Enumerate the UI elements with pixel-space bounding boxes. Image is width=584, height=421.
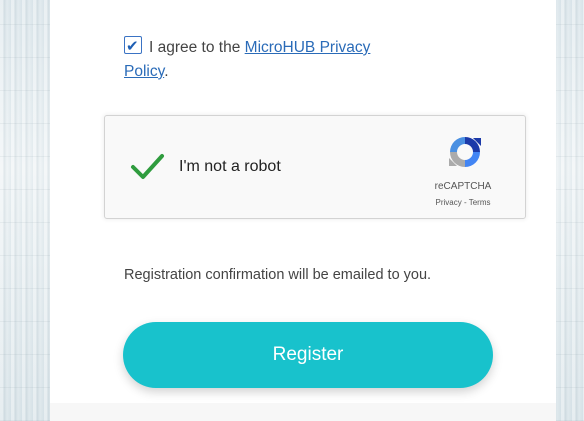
recaptcha-terms-link[interactable]: Terms <box>469 198 491 207</box>
privacy-agreement-row: ✔ I agree to the MicroHUB Privacy Policy. <box>124 36 454 84</box>
panel-bottom-strip <box>50 403 556 421</box>
privacy-agree-checkbox[interactable]: ✔ <box>124 36 142 55</box>
privacy-policy-link[interactable]: MicroHUB Privacy <box>245 39 371 56</box>
privacy-link-text-1: MicroHUB Privacy <box>244 39 371 56</box>
agreement-text: I agree to the <box>149 39 245 56</box>
registration-notice: Registration confirmation will be emaile… <box>124 267 432 283</box>
green-checkmark-icon <box>131 154 164 179</box>
recaptcha-brand: reCAPTCHA <box>434 181 492 192</box>
privacy-policy-link-line2[interactable]: Policy <box>124 63 164 80</box>
recaptcha-label: I'm not a robot <box>179 158 281 175</box>
checkbox-checked-icon: ✔ <box>126 37 139 55</box>
privacy-link-text-2: Policy <box>124 63 165 80</box>
recaptcha-logo-icon <box>449 137 481 167</box>
recaptcha-links-separator: - <box>461 198 469 207</box>
agreement-period: . <box>164 63 169 80</box>
register-button[interactable]: Register <box>123 322 493 388</box>
recaptcha-privacy-link[interactable]: Privacy <box>436 198 462 207</box>
recaptcha-widget[interactable]: I'm not a robot reCAPTCHA Privacy - Term… <box>104 115 526 219</box>
recaptcha-links: Privacy - Terms <box>405 198 521 207</box>
